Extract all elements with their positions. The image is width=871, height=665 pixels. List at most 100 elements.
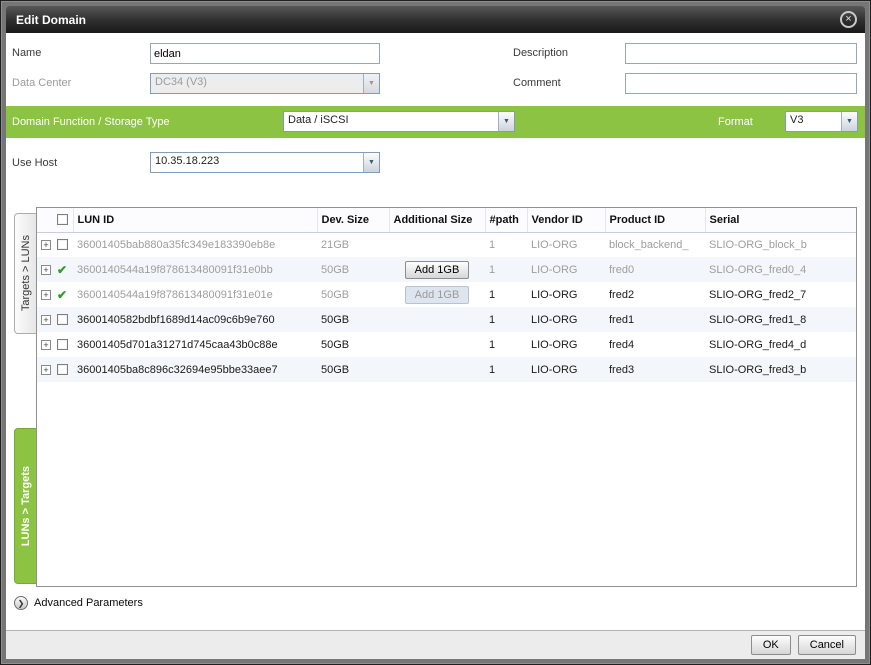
table-row[interactable]: +36001405bab880a35fc349e183390eb8e21GB 1L… [37,232,856,257]
dev-size-cell: 50GB [317,257,389,282]
lun-id-cell: 3600140544a19f878613480091f31e01e [73,282,317,307]
dev-size-cell: 50GB [317,282,389,307]
column-header[interactable]: Product ID [605,208,705,232]
dev-size-cell: 21GB [317,232,389,257]
dev-size-cell: 50GB [317,307,389,332]
path-cell: 1 [485,232,527,257]
dialog-title: Edit Domain [16,13,840,27]
expand-row-icon[interactable]: + [41,265,51,275]
vendor-id-cell: LIO-ORG [527,307,605,332]
product-id-cell: block_backend_ [605,232,705,257]
lun-id-cell: 36001405bab880a35fc349e183390eb8e [73,232,317,257]
advanced-parameters-label: Advanced Parameters [34,597,143,609]
row-checkbox[interactable] [57,314,68,325]
chevron-down-icon[interactable]: ▼ [363,153,379,172]
lun-id-cell: 36001405ba8c896c32694e95bbe33aee7 [73,357,317,382]
additional-size-cell: Add 1GB [389,257,485,282]
chevron-down-icon[interactable]: ▼ [498,112,514,131]
product-id-cell: fred2 [605,282,705,307]
attached-check-icon: ✔ [57,263,67,277]
vendor-id-cell: LIO-ORG [527,357,605,382]
attached-check-icon: ✔ [57,288,67,302]
serial-cell: SLIO-ORG_fred4_d [705,332,856,357]
row-checkbox[interactable] [57,239,68,250]
row-checkbox[interactable] [57,339,68,350]
table-row[interactable]: +3600140582bdbf1689d14ac09c6b9e76050GB1L… [37,307,856,332]
comment-input[interactable] [625,73,857,94]
expand-column-header [37,208,53,232]
use-host-label: Use Host [12,157,57,169]
cancel-button[interactable]: Cancel [798,635,856,655]
vendor-id-cell: LIO-ORG [527,332,605,357]
use-host-select[interactable]: 10.35.18.223 ▼ [150,152,380,173]
table-row[interactable]: +36001405ba8c896c32694e95bbe33aee750GB1L… [37,357,856,382]
table-row[interactable]: + ✔ 3600140544a19f878613480091f31e01e50GB A… [37,282,856,307]
tab-targets-luns-label: Targets > LUNs [20,235,32,311]
name-label: Name [12,47,41,59]
additional-size-cell [389,357,485,382]
path-cell: 1 [485,332,527,357]
column-header[interactable]: Vendor ID [527,208,605,232]
advanced-parameters-toggle[interactable]: ❯ Advanced Parameters [14,596,143,610]
table-row[interactable]: +36001405d701a31271d745caa43b0c88e50GB 1L… [37,332,856,357]
additional-size-cell [389,307,485,332]
data-center-select: DC34 (V3) ▼ [150,73,380,94]
lun-id-cell: 3600140544a19f878613480091f31e0bb [73,257,317,282]
column-header[interactable]: Serial [705,208,856,232]
format-value: V3 [786,112,841,131]
serial-cell: SLIO-ORG_fred1_8 [705,307,856,332]
dialog-titlebar: Edit Domain × [6,6,865,33]
expand-row-icon[interactable]: + [41,315,51,325]
add-1gb-button[interactable]: Add 1GB [405,261,470,279]
vendor-id-cell: LIO-ORG [527,282,605,307]
expand-row-icon[interactable]: + [41,365,51,375]
expand-arrow-icon[interactable]: ❯ [14,596,28,610]
column-header[interactable]: LUN ID [73,208,317,232]
additional-size-cell [389,332,485,357]
vendor-id-cell: LIO-ORG [527,232,605,257]
format-select[interactable]: V3 ▼ [785,111,858,132]
comment-label: Comment [513,77,561,89]
table-row[interactable]: + ✔ 3600140544a19f878613480091f31e0bb50GB A… [37,257,856,282]
additional-size-cell [389,232,485,257]
description-input[interactable] [625,43,857,64]
path-cell: 1 [485,257,527,282]
lun-table-header-row: LUN IDDev. SizeAdditional Size#pathVendo… [37,208,856,232]
name-input[interactable] [150,43,380,64]
serial-cell: SLIO-ORG_block_b [705,232,856,257]
format-label: Format [718,116,753,128]
dev-size-cell: 50GB [317,332,389,357]
expand-row-icon[interactable]: + [41,340,51,350]
select-all-checkbox[interactable] [57,214,68,225]
serial-cell: SLIO-ORG_fred3_b [705,357,856,382]
checkbox-column-header [53,208,73,232]
serial-cell: SLIO-ORG_fred2_7 [705,282,856,307]
tab-luns-targets[interactable]: LUNs > Targets [14,428,36,584]
storage-type-value: Data / iSCSI [284,112,498,131]
path-cell: 1 [485,282,527,307]
column-header[interactable]: Additional Size [389,208,485,232]
dialog-footer: OK Cancel [6,630,865,659]
chevron-down-icon: ▼ [363,74,379,93]
additional-size-cell: Add 1GB [389,282,485,307]
path-cell: 1 [485,357,527,382]
edit-domain-dialog: Edit Domain × Name Description Data Cent… [0,0,871,665]
data-center-value: DC34 (V3) [151,74,363,93]
ok-button[interactable]: OK [751,635,791,655]
add-1gb-button[interactable]: Add 1GB [405,286,470,304]
domain-function-label: Domain Function / Storage Type [12,116,170,128]
column-header[interactable]: #path [485,208,527,232]
chevron-down-icon[interactable]: ▼ [841,112,857,131]
tab-luns-targets-label: LUNs > Targets [20,466,32,546]
path-cell: 1 [485,307,527,332]
serial-cell: SLIO-ORG_fred0_4 [705,257,856,282]
close-icon[interactable]: × [840,11,857,28]
expand-row-icon[interactable]: + [41,240,51,250]
use-host-value: 10.35.18.223 [151,153,363,172]
column-header[interactable]: Dev. Size [317,208,389,232]
tab-targets-luns[interactable]: Targets > LUNs [14,213,36,334]
lun-id-cell: 36001405d701a31271d745caa43b0c88e [73,332,317,357]
storage-type-select[interactable]: Data / iSCSI ▼ [283,111,515,132]
row-checkbox[interactable] [57,364,68,375]
expand-row-icon[interactable]: + [41,290,51,300]
